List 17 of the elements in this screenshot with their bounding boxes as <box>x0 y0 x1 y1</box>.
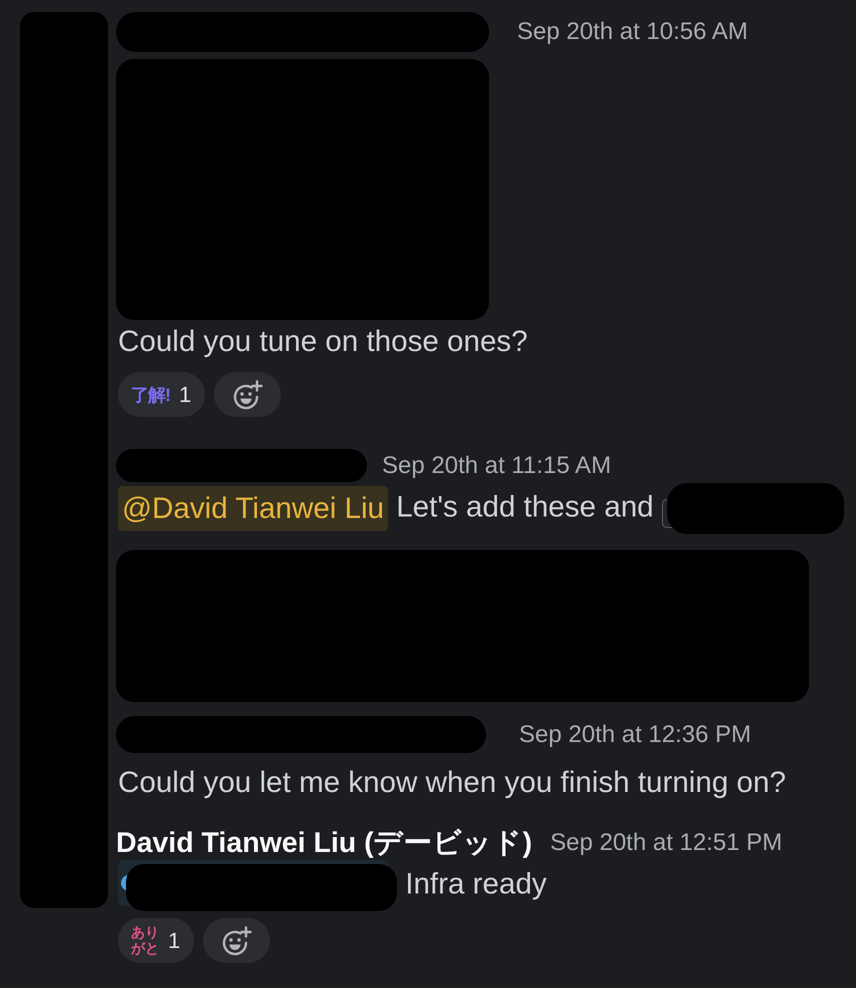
message-text: @David Tianwei Liu Let's add these and <box>116 486 844 531</box>
message-text: Could you tune on those ones? <box>117 324 528 360</box>
reaction-emoji: ありがと <box>131 924 159 956</box>
author-name[interactable]: David Tianwei Liu (デービッド) <box>116 825 532 861</box>
message-timestamp[interactable]: Sep 20th at 10:56 AM <box>517 18 748 46</box>
smiley-plus-icon <box>222 926 252 956</box>
message-timestamp[interactable]: Sep 20th at 11:15 AM <box>382 452 612 480</box>
message-timestamp[interactable]: Sep 20th at 12:36 PM <box>519 720 752 748</box>
add-reaction-button[interactable] <box>214 372 282 417</box>
message-timestamp[interactable]: Sep 20th at 12:51 PM <box>550 829 782 857</box>
smiley-plus-icon <box>232 380 263 410</box>
reaction-emoji: 了解! <box>131 386 170 404</box>
reaction-button[interactable]: 了解! 1 <box>118 372 206 417</box>
user-mention[interactable]: @David Tianwei Liu <box>118 486 388 531</box>
message-text: Could you let me know when you finish turning on? <box>117 765 786 801</box>
message-text: Infra ready <box>116 864 547 907</box>
add-reaction-button[interactable] <box>203 918 270 963</box>
